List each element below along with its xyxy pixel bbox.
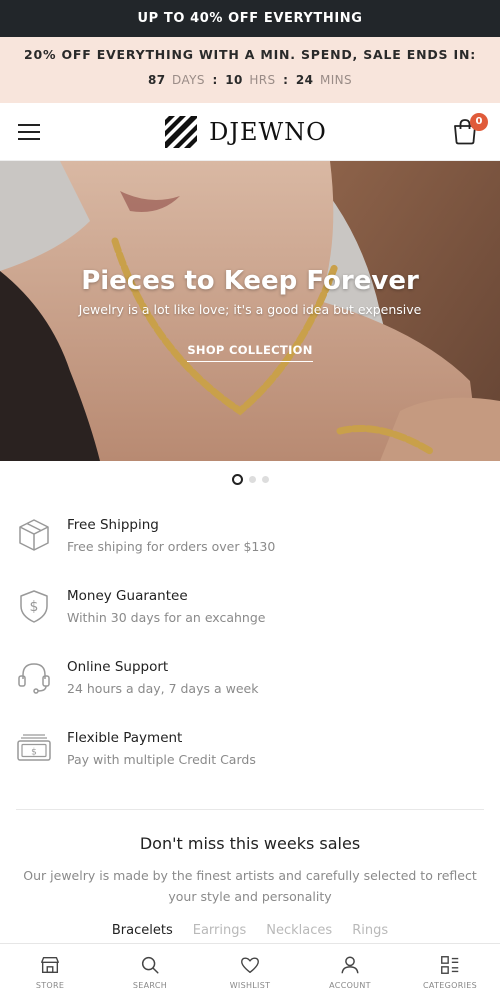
- weekly-sales-section: Don't miss this weeks sales Our jewelry …: [0, 810, 500, 938]
- countdown-days-label: DAYS: [172, 73, 205, 87]
- section-description: Our jewelry is made by the finest artist…: [23, 868, 477, 904]
- headset-icon: [18, 663, 50, 694]
- nav-account[interactable]: ACCOUNT: [310, 954, 390, 990]
- countdown-days-value: 87: [147, 73, 166, 87]
- hamburger-icon[interactable]: [18, 123, 40, 140]
- search-icon: [141, 956, 159, 974]
- features-list: Free Shipping Free shiping for orders ov…: [0, 497, 500, 801]
- tab-bracelets[interactable]: Bracelets: [112, 923, 173, 938]
- announcement-bar: UP TO 40% OFF EVERYTHING: [0, 0, 500, 37]
- feature-title: Online Support: [67, 659, 169, 675]
- promo-text: 20% OFF EVERYTHING WITH A MIN. SPEND, SA…: [23, 47, 477, 62]
- logo-mark-icon: [165, 115, 198, 148]
- feature-description: Free shiping for orders over $130: [67, 539, 276, 554]
- svg-text:$: $: [31, 748, 37, 758]
- feature-item: $ Money Guarantee Within 30 days for an …: [16, 588, 484, 659]
- cart-button[interactable]: 0: [452, 112, 488, 147]
- feature-description: Pay with multiple Credit Cards: [67, 752, 256, 767]
- nav-label: ACCOUNT: [329, 981, 371, 990]
- box-icon: [19, 519, 49, 551]
- bottom-navigation: STORE SEARCH WISHLIST ACCOUNT CATEGORIES: [0, 943, 500, 1000]
- feature-item: Online Support 24 hours a day, 7 days a …: [16, 659, 484, 730]
- grid-icon: [441, 956, 459, 974]
- section-title: Don't miss this weeks sales: [139, 834, 361, 853]
- feature-description: Within 30 days for an excahnge: [67, 610, 266, 625]
- shield-dollar-icon: $: [20, 590, 48, 623]
- category-tabs: Bracelets Earrings Necklaces Rings: [16, 923, 484, 938]
- nav-label: CATEGORIES: [423, 981, 477, 990]
- countdown-separator: :: [283, 73, 289, 87]
- feature-title: Free Shipping: [67, 517, 159, 533]
- tab-earrings[interactable]: Earrings: [193, 923, 247, 938]
- feature-title: Money Guarantee: [67, 588, 188, 604]
- svg-text:$: $: [30, 599, 39, 615]
- cart-count-badge: 0: [469, 112, 488, 131]
- tab-rings[interactable]: Rings: [352, 923, 388, 938]
- nav-label: STORE: [35, 981, 65, 990]
- slider-pagination: [0, 461, 500, 497]
- feature-description: 24 hours a day, 7 days a week: [67, 681, 259, 696]
- user-icon: [341, 956, 359, 974]
- tab-necklaces[interactable]: Necklaces: [266, 923, 332, 938]
- slider-dot-1[interactable]: [231, 473, 243, 485]
- brand-name: DJEWNO: [209, 117, 327, 146]
- site-header: DJEWNO 0: [0, 103, 500, 161]
- nav-label: WISHLIST: [229, 981, 271, 990]
- store-icon: [41, 956, 59, 974]
- heart-icon: [241, 957, 259, 974]
- promo-banner: 20% OFF EVERYTHING WITH A MIN. SPEND, SA…: [0, 37, 500, 103]
- countdown-mins-label: MINS: [319, 73, 353, 87]
- hero-subtitle: Jewelry is a lot like love; it's a good …: [78, 302, 422, 317]
- slider-dot-3[interactable]: [261, 475, 269, 483]
- nav-search[interactable]: SEARCH: [110, 954, 190, 990]
- nav-wishlist[interactable]: WISHLIST: [210, 954, 290, 990]
- shop-collection-button[interactable]: SHOP COLLECTION: [187, 343, 313, 362]
- nav-store[interactable]: STORE: [10, 954, 90, 990]
- feature-item: $ Flexible Payment Pay with multiple Cre…: [16, 730, 484, 801]
- nav-label: SEARCH: [132, 981, 168, 990]
- feature-item: Free Shipping Free shiping for orders ov…: [16, 517, 484, 588]
- nav-categories[interactable]: CATEGORIES: [410, 954, 490, 990]
- hero-slider[interactable]: Pieces to Keep Forever Jewelry is a lot …: [0, 161, 500, 461]
- countdown-hours-label: HRS: [249, 73, 276, 87]
- feature-title: Flexible Payment: [67, 730, 183, 746]
- slider-dot-2[interactable]: [248, 475, 256, 483]
- countdown-separator: :: [212, 73, 218, 87]
- brand-logo[interactable]: DJEWNO: [165, 115, 327, 148]
- countdown-hours-value: 10: [225, 73, 243, 87]
- hero-content: Pieces to Keep Forever Jewelry is a lot …: [0, 266, 500, 362]
- announcement-text: UP TO 40% OFF EVERYTHING: [137, 11, 363, 26]
- countdown: 87 DAYS : 10 HRS : 24 MINS: [0, 73, 500, 87]
- countdown-mins-value: 24: [295, 73, 314, 87]
- hero-title: Pieces to Keep Forever: [81, 266, 419, 296]
- cash-icon: $: [17, 734, 51, 761]
